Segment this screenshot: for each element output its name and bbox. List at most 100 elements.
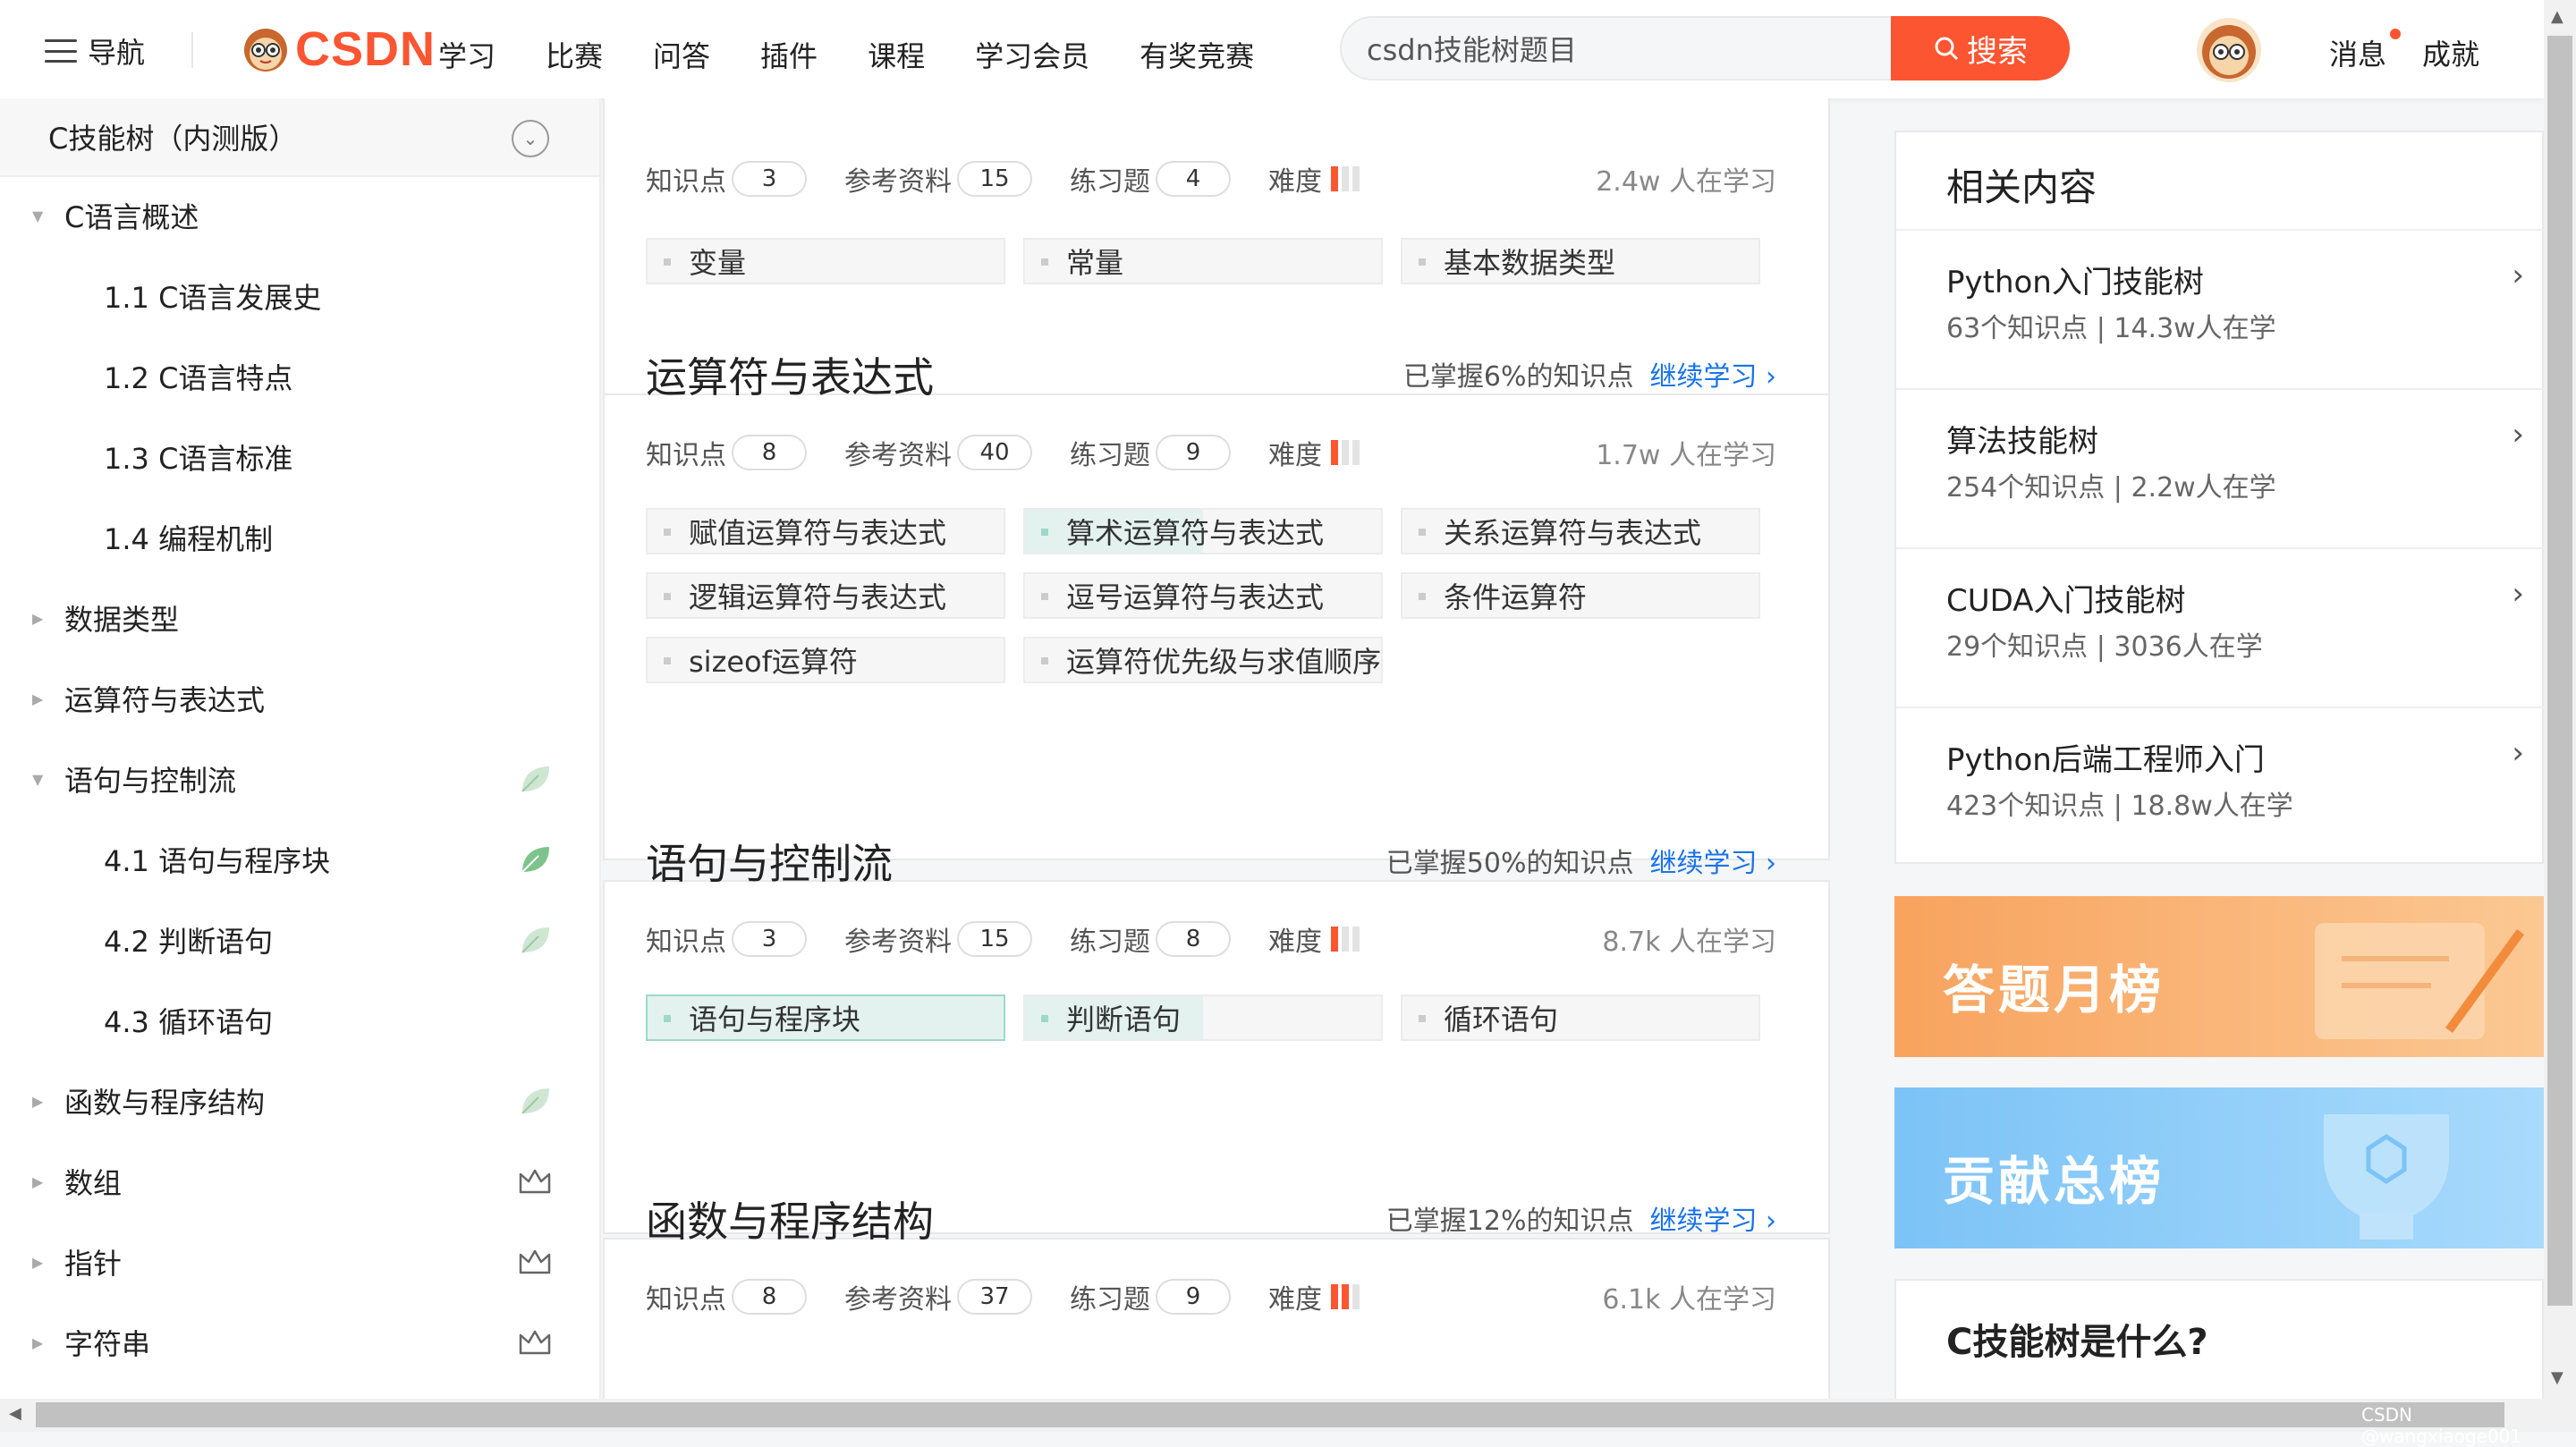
sidebar-item[interactable]: ▶ 字符串 [0, 1316, 599, 1369]
nav-membership[interactable]: 学习会员 [975, 34, 1089, 75]
sidebar-item[interactable]: 4.1 语句与程序块 [0, 833, 599, 886]
knowledge-point-tag[interactable]: 条件运算符 [1401, 572, 1760, 619]
sidebar-item[interactable]: ▶ 数据类型 [0, 591, 599, 645]
knowledge-point-tag[interactable]: 变量 [646, 238, 1005, 284]
nav-plugin[interactable]: 插件 [760, 34, 818, 75]
knowledge-point-tag[interactable]: 语句与程序块 [646, 994, 1005, 1041]
related-item-meta: 254个知识点 | 2.2w人在学 [1946, 472, 2276, 503]
chevron-right-icon: › [2512, 735, 2524, 771]
vertical-scroll-thumb[interactable] [2547, 36, 2572, 1306]
tag-label: 关系运算符与表达式 [1444, 516, 1702, 550]
kp-count: 8 [732, 1279, 807, 1315]
tag-label: 常量 [1066, 246, 1124, 280]
caret-right-icon[interactable]: ▶ [32, 690, 43, 707]
sidebar-item-label: 4.3 循环语句 [104, 1005, 274, 1039]
sidebar-item[interactable]: ▶ 函数与程序结构 [0, 1074, 599, 1128]
caret-right-icon[interactable]: ▶ [32, 610, 43, 627]
total-ranking-banner[interactable]: 贡献总榜 [1894, 1087, 2544, 1248]
difficulty-meter [1331, 927, 1360, 952]
sidebar-item-label: 函数与程序结构 [64, 1086, 266, 1120]
related-item[interactable]: 算法技能树 254个知识点 | 2.2w人在学 › [1896, 388, 2546, 547]
ref-count: 37 [957, 1279, 1032, 1315]
related-item-name: CUDA入门技能树 [1946, 583, 2186, 619]
difficulty-bar [1342, 440, 1349, 465]
knowledge-point-tag[interactable]: 赋值运算符与表达式 [646, 508, 1005, 554]
continue-learning-link[interactable]: 继续学习 › [1649, 841, 1776, 880]
scroll-down-arrow-icon[interactable]: ▼ [2551, 1368, 2563, 1387]
leaf-outline-icon [521, 927, 549, 953]
search-button[interactable]: 搜索 [1891, 16, 2070, 80]
skill-card: 语句与控制流 已掌握50%的知识点 继续学习 › 知识点 3 参考资料 15 练习题… [603, 840, 1830, 1234]
total-ranking-text: 贡献总榜 [1943, 1151, 2165, 1212]
knowledge-point-tag[interactable]: 判断语句 [1023, 994, 1383, 1041]
knowledge-point-tag[interactable]: 基本数据类型 [1401, 238, 1760, 284]
sidebar-item[interactable]: 1.2 C语言特点 [0, 350, 599, 403]
scroll-left-arrow-icon[interactable]: ◀ [9, 1404, 21, 1423]
card-title: 函数与程序结构 [646, 1197, 934, 1246]
sidebar-item[interactable]: ▼ C语言概述 [0, 189, 599, 242]
horizontal-scroll-thumb[interactable] [36, 1402, 2504, 1427]
difficulty-label: 难度 [1268, 1284, 1322, 1316]
sidebar-item-label: 字符串 [64, 1327, 151, 1361]
achievements-link[interactable]: 成就 [2422, 32, 2479, 73]
caret-right-icon[interactable]: ▶ [32, 1093, 43, 1110]
monthly-ranking-text: 答题月榜 [1943, 960, 2165, 1020]
related-item-meta: 63个知识点 | 14.3w人在学 [1946, 313, 2276, 344]
continue-learning-link[interactable]: 继续学习 › [1649, 1198, 1776, 1238]
knowledge-point-tag[interactable]: 常量 [1023, 238, 1383, 284]
nav-menu-button[interactable]: 导航 [45, 30, 145, 72]
sidebar-item[interactable]: 4.2 判断语句 [0, 913, 599, 967]
difficulty-bar [1352, 1284, 1360, 1309]
caret-down-icon[interactable]: ▼ [32, 771, 43, 788]
scroll-up-arrow-icon[interactable]: ▲ [2551, 7, 2563, 26]
chevron-right-icon: › [2512, 576, 2524, 612]
logo-text: CSDN [295, 22, 436, 76]
caret-right-icon[interactable]: ▶ [32, 1254, 43, 1271]
related-item[interactable]: Python后端工程师入门 423个知识点 | 18.8w人在学 › [1896, 707, 2546, 866]
nav-contest[interactable]: 比赛 [546, 34, 603, 75]
knowledge-point-tag[interactable]: 逗号运算符与表达式 [1023, 572, 1383, 619]
sidebar-item[interactable]: ▶ 数组 [0, 1155, 599, 1208]
related-item[interactable]: Python入门技能树 63个知识点 | 14.3w人在学 › [1896, 229, 2546, 388]
sidebar-item[interactable]: 1.1 C语言发展史 [0, 269, 599, 323]
nav-study[interactable]: 学习 [438, 34, 496, 75]
exercise-count: 9 [1156, 1279, 1231, 1315]
knowledge-point-tag[interactable]: 逻辑运算符与表达式 [646, 572, 1005, 619]
sidebar-header[interactable]: C技能树（内测版） ⌄ [0, 98, 599, 177]
sidebar-item[interactable]: 1.3 C语言标准 [0, 430, 599, 484]
knowledge-point-tag[interactable]: 算术运算符与表达式 [1023, 508, 1383, 554]
notification-dot [2390, 29, 2401, 39]
related-item[interactable]: CUDA入门技能树 29个知识点 | 3036人在学 › [1896, 547, 2546, 707]
nav-course[interactable]: 课程 [868, 34, 925, 75]
card-stats: 知识点 3 参考资料 15 练习题 4 难度 [646, 159, 1360, 199]
knowledge-point-tag[interactable]: 关系运算符与表达式 [1401, 508, 1760, 554]
difficulty-bar [1352, 166, 1360, 191]
nav-prize-contest[interactable]: 有奖竞赛 [1140, 34, 1254, 75]
card-stats: 知识点 8 参考资料 37 练习题 9 难度 [646, 1277, 1360, 1316]
chevron-down-icon[interactable]: ⌄ [512, 120, 549, 157]
search-input[interactable]: csdn技能树题目 [1340, 16, 1893, 80]
knowledge-point-tag[interactable]: 循环语句 [1401, 994, 1760, 1041]
monthly-ranking-banner[interactable]: 答题月榜 [1894, 896, 2544, 1057]
messages-link[interactable]: 消息 [2329, 32, 2386, 73]
sidebar-item[interactable]: ▼ 语句与控制流 [0, 752, 599, 806]
tag-label: 语句与程序块 [689, 1003, 861, 1037]
caret-down-icon[interactable]: ▼ [32, 207, 43, 224]
tag-label: 循环语句 [1444, 1003, 1559, 1037]
caret-right-icon[interactable]: ▶ [32, 1173, 43, 1190]
sidebar-item[interactable]: 4.3 循环语句 [0, 994, 599, 1047]
continue-learning-link[interactable]: 继续学习 › [1649, 354, 1776, 393]
avatar[interactable] [2197, 18, 2261, 82]
caret-right-icon[interactable]: ▶ [32, 1334, 43, 1351]
sidebar-item[interactable]: 1.4 编程机制 [0, 511, 599, 564]
nav-qa[interactable]: 问答 [653, 34, 710, 75]
kp-count: 3 [732, 921, 807, 957]
learners-count: 1.7w 人在学习 [1596, 440, 1776, 471]
sidebar-item[interactable]: ▶ 指针 [0, 1235, 599, 1289]
knowledge-point-tag[interactable]: 运算符优先级与求值顺序 [1023, 637, 1383, 683]
csdn-logo[interactable]: CSDN [240, 21, 436, 77]
exercise-label: 练习题 [1070, 1284, 1150, 1316]
difficulty-meter [1331, 440, 1360, 465]
knowledge-point-tag[interactable]: sizeof运算符 [646, 637, 1005, 683]
sidebar-item[interactable]: ▶ 运算符与表达式 [0, 672, 599, 725]
